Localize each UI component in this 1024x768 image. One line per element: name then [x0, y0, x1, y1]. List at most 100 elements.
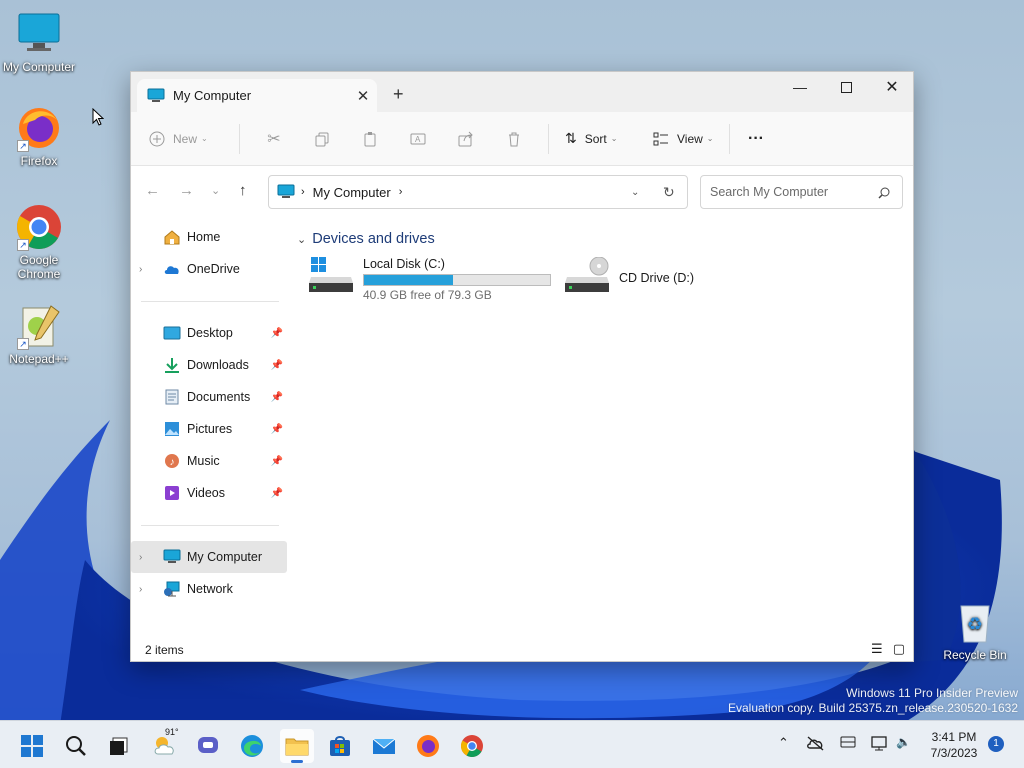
- monitor-icon: [15, 10, 63, 58]
- new-tab-button[interactable]: +: [393, 84, 404, 105]
- task-view-button[interactable]: [102, 729, 136, 763]
- back-button[interactable]: ←: [145, 182, 160, 199]
- pin-icon[interactable]: 📌: [271, 392, 283, 403]
- sidebar-item-music[interactable]: ♪ Music 📌: [131, 445, 287, 477]
- sidebar-item-network[interactable]: › Network: [131, 573, 287, 605]
- close-window-button[interactable]: ✕: [869, 72, 915, 102]
- delete-button[interactable]: [490, 123, 538, 155]
- new-button[interactable]: New ⌄: [149, 123, 229, 155]
- pin-icon[interactable]: 📌: [271, 328, 283, 339]
- windows-logo-icon: [21, 735, 43, 757]
- sidebar-item-my-computer[interactable]: › My Computer: [131, 541, 287, 573]
- up-button[interactable]: ↑: [239, 182, 247, 199]
- notification-badge[interactable]: 1: [988, 736, 1004, 752]
- windows-drive-icon: [309, 257, 353, 292]
- sidebar-item-desktop[interactable]: Desktop 📌: [131, 317, 287, 349]
- taskbar-app-file-explorer[interactable]: [280, 729, 314, 763]
- network-icon: [164, 581, 180, 597]
- collapse-chevron-icon[interactable]: ⌄: [297, 233, 306, 246]
- taskbar-app-firefox[interactable]: [411, 729, 445, 763]
- sidebar-item-documents[interactable]: Documents 📌: [131, 381, 287, 413]
- sidebar-item-videos[interactable]: Videos 📌: [131, 477, 287, 509]
- expand-chevron-icon[interactable]: ›: [139, 552, 155, 563]
- store-icon: [330, 736, 350, 756]
- paste-button[interactable]: [346, 123, 394, 155]
- sort-button[interactable]: ⇅ Sort ⌄: [559, 123, 639, 155]
- taskbar-app-edge[interactable]: [235, 729, 269, 763]
- taskbar-app-chrome[interactable]: [455, 729, 489, 763]
- chevron-down-icon: ⌄: [201, 134, 208, 143]
- watermark-line2: Evaluation copy. Build 25375.zn_release.…: [728, 701, 1018, 715]
- desktop-icon-recycle-bin[interactable]: ♻ Recycle Bin: [937, 598, 1013, 662]
- desktop-icon-firefox[interactable]: ↗ Firefox: [1, 104, 77, 168]
- sidebar-item-label: Network: [187, 582, 233, 596]
- drive-usage-bar: [363, 274, 551, 286]
- address-history-chevron-icon[interactable]: ⌄: [631, 187, 639, 198]
- evaluation-watermark: Windows 11 Pro Insider Preview Evaluatio…: [728, 686, 1018, 716]
- sidebar-item-label: Videos: [187, 486, 225, 500]
- pin-icon[interactable]: 📌: [271, 360, 283, 371]
- desktop-icon-chrome[interactable]: ↗ Google Chrome: [1, 203, 77, 281]
- share-button[interactable]: [442, 123, 490, 155]
- pin-icon[interactable]: 📌: [271, 424, 283, 435]
- sidebar-item-home[interactable]: Home: [131, 221, 287, 253]
- drive-local-disk-c[interactable]: Local Disk (C:) 40.9 GB free of 79.3 GB: [309, 257, 551, 302]
- breadcrumb-chevron-icon[interactable]: ›: [399, 186, 403, 198]
- network-status-icon[interactable]: [871, 735, 889, 751]
- desktop-icon-notepadpp[interactable]: ↗ Notepad++: [1, 302, 77, 366]
- expand-chevron-icon[interactable]: ›: [139, 264, 155, 275]
- toolbar-divider: [239, 123, 240, 154]
- taskbar-clock[interactable]: 3:41 PM 7/3/2023: [924, 729, 984, 761]
- plus-circle-icon: [149, 131, 165, 146]
- maximize-button[interactable]: [823, 72, 869, 102]
- drive-cd-d[interactable]: CD Drive (D:): [565, 257, 694, 295]
- desktop-icon-label: Google Chrome: [17, 253, 61, 281]
- clock-date: 7/3/2023: [930, 746, 978, 760]
- show-hidden-icons-button[interactable]: ⌃: [778, 735, 789, 751]
- share-icon: [458, 131, 473, 146]
- taskbar-app-store[interactable]: [323, 729, 357, 763]
- recent-locations-button[interactable]: ⌄: [211, 184, 220, 197]
- onedrive-offline-icon[interactable]: [806, 735, 826, 751]
- view-label: View: [677, 131, 703, 146]
- breadcrumb-my-computer[interactable]: My Computer: [313, 185, 391, 200]
- taskbar-app-teams[interactable]: [191, 729, 225, 763]
- rename-button[interactable]: A: [394, 123, 442, 155]
- copy-button[interactable]: [298, 123, 346, 155]
- desktop-icon-label: Recycle Bin: [943, 648, 1007, 662]
- search-button[interactable]: [59, 729, 93, 763]
- pin-icon[interactable]: 📌: [271, 488, 283, 499]
- section-header-devices-and-drives[interactable]: ⌄ Devices and drives: [297, 231, 435, 247]
- sidebar-item-downloads[interactable]: Downloads 📌: [131, 349, 287, 381]
- details-view-icon[interactable]: ☰: [871, 641, 883, 657]
- monitor-icon: [277, 184, 295, 198]
- start-button[interactable]: [15, 729, 49, 763]
- pictures-icon: [165, 422, 179, 436]
- view-button[interactable]: View ⌄: [639, 123, 719, 155]
- weather-sunny-cloud-icon: [154, 737, 174, 755]
- expand-chevron-icon[interactable]: ›: [139, 584, 155, 595]
- large-icons-view-icon[interactable]: ▢: [893, 641, 905, 657]
- taskbar-app-mail[interactable]: [367, 729, 401, 763]
- sidebar-item-label: OneDrive: [187, 262, 240, 276]
- sidebar-divider: [141, 525, 279, 526]
- drive-usage-fill: [364, 275, 454, 285]
- volume-icon[interactable]: 🔈: [896, 735, 911, 749]
- home-icon: [164, 230, 180, 245]
- desktop-icon-my-computer[interactable]: My Computer: [1, 10, 77, 74]
- shortcut-arrow-icon: ↗: [17, 140, 29, 152]
- weather-widget[interactable]: 91°: [148, 727, 182, 763]
- cut-button[interactable]: ✂: [250, 123, 298, 155]
- forward-button[interactable]: →: [179, 182, 194, 199]
- address-bar[interactable]: › My Computer › ⌄ ↻: [268, 175, 688, 209]
- tab-my-computer[interactable]: My Computer ✕: [137, 79, 377, 112]
- close-tab-icon[interactable]: ✕: [349, 87, 377, 105]
- sidebar-item-onedrive[interactable]: › OneDrive: [131, 253, 287, 285]
- refresh-icon[interactable]: ↻: [663, 184, 675, 201]
- keyboard-layout-icon[interactable]: [840, 735, 856, 749]
- more-options-button[interactable]: ···: [740, 123, 772, 155]
- pin-icon[interactable]: 📌: [271, 456, 283, 467]
- sidebar-item-pictures[interactable]: Pictures 📌: [131, 413, 287, 445]
- search-input[interactable]: Search My Computer: [700, 175, 903, 209]
- minimize-button[interactable]: —: [777, 72, 823, 102]
